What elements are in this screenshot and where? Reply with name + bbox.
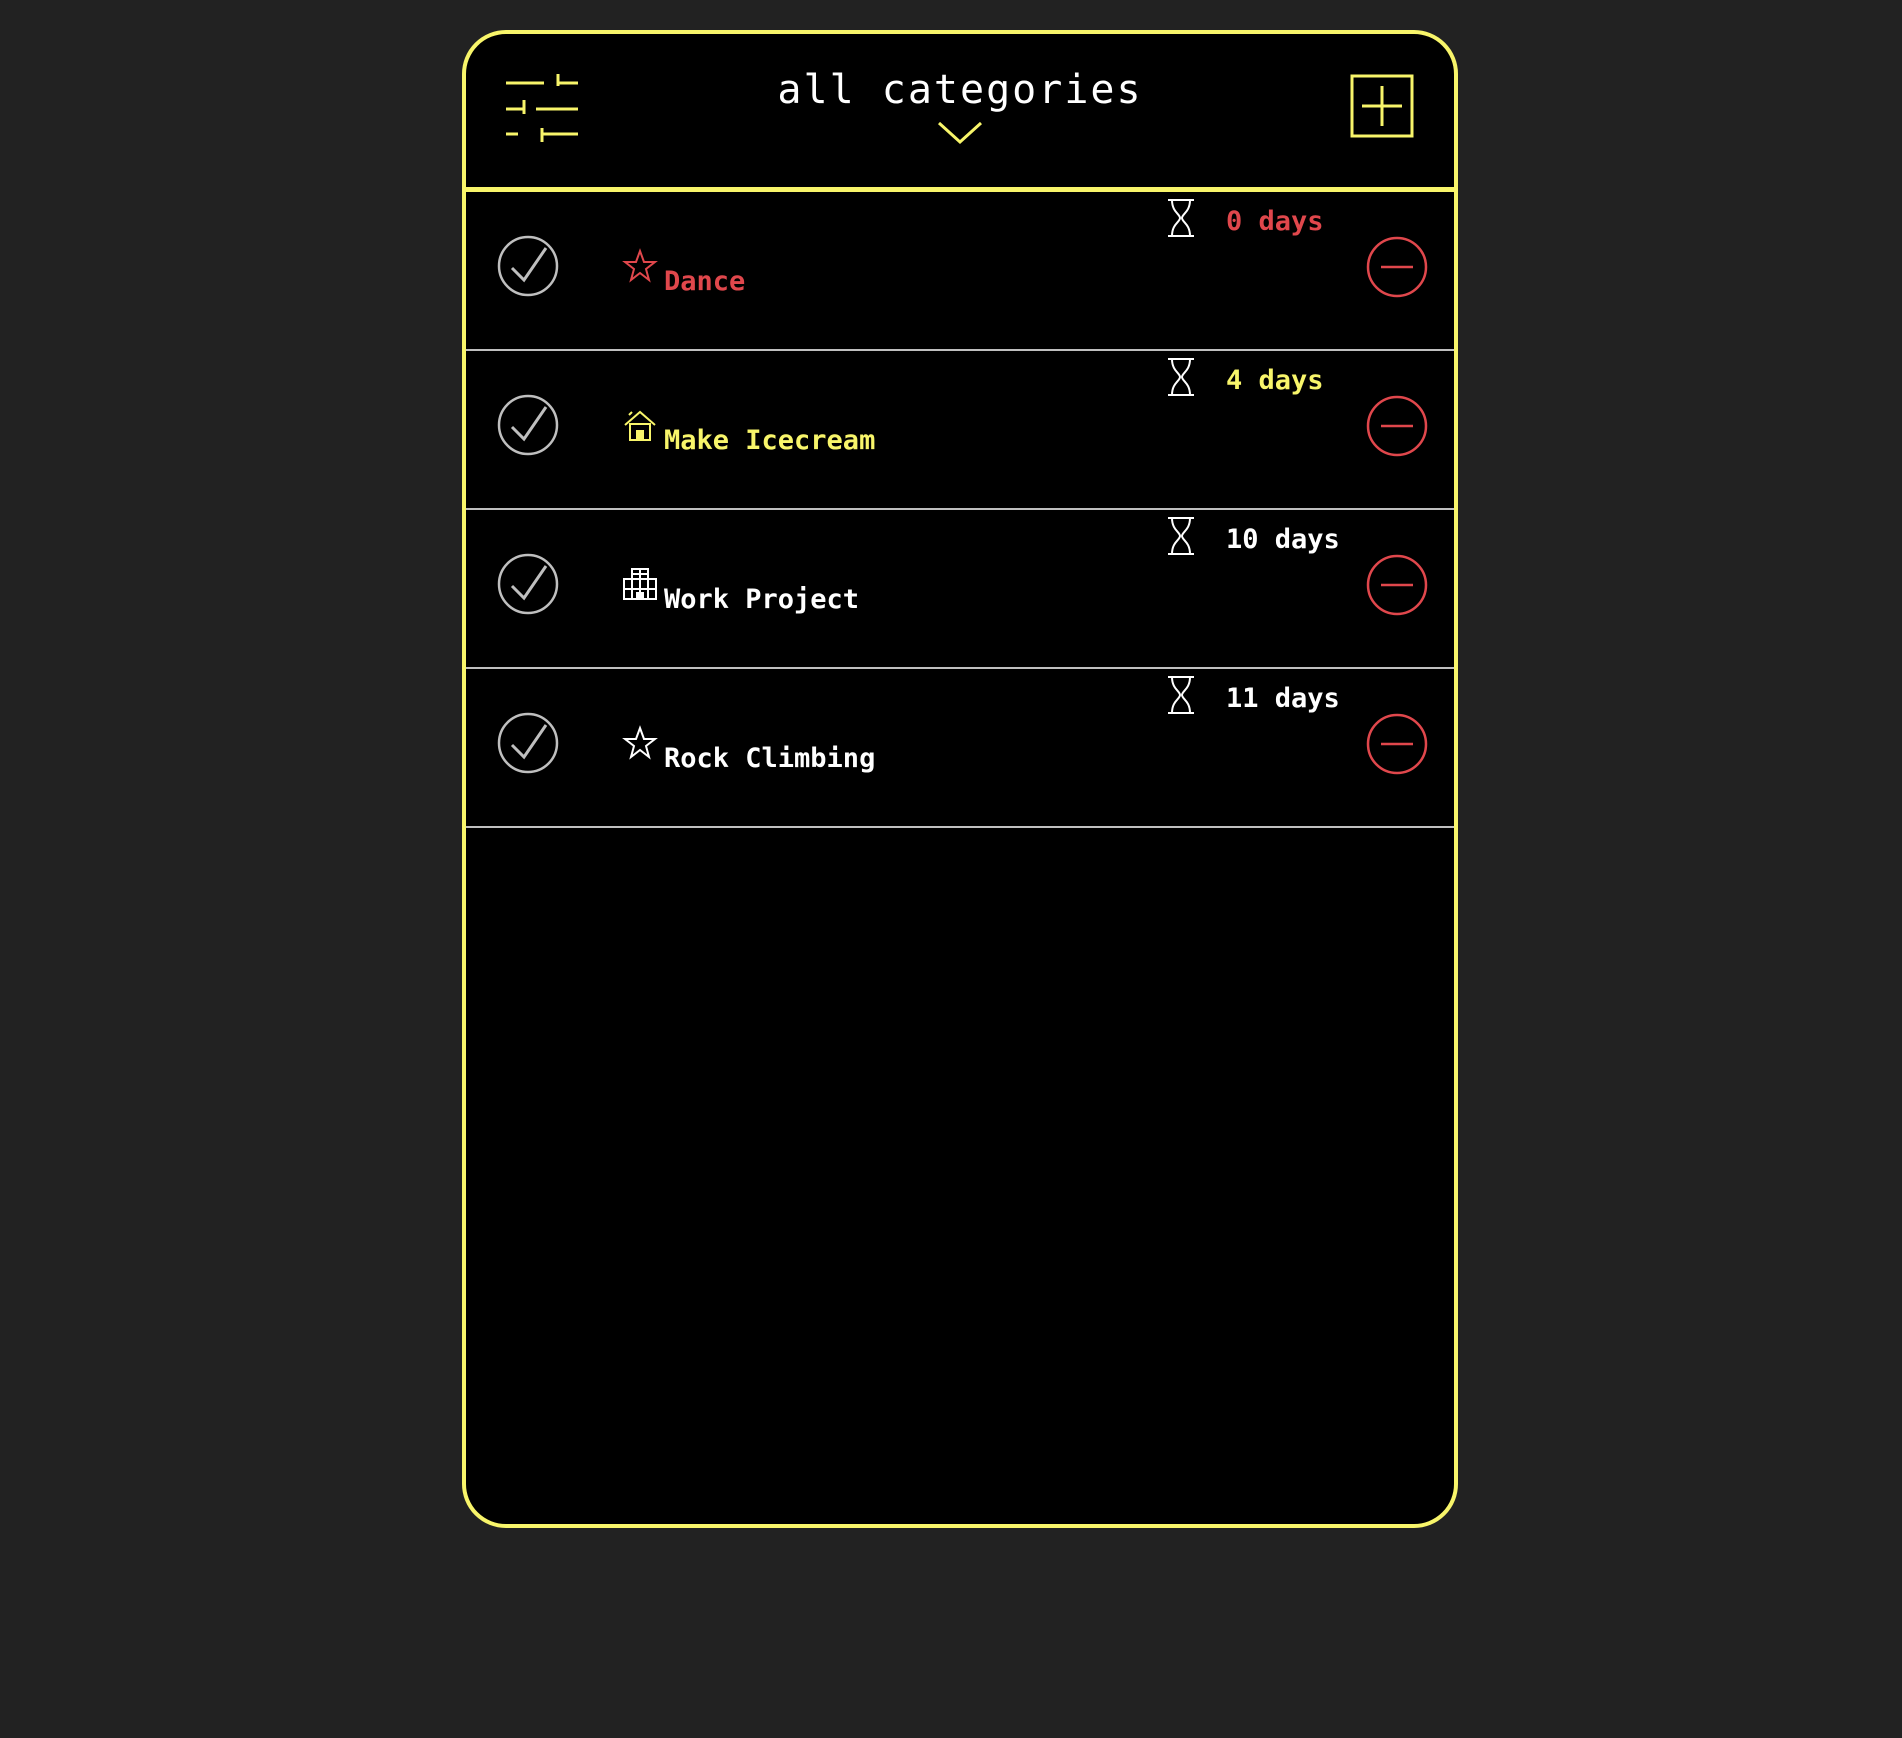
minus-circle-icon[interactable] — [1366, 713, 1428, 775]
add-task-button[interactable] — [1350, 74, 1414, 138]
task-row: Make Icecream 4 days — [466, 351, 1454, 510]
star-icon — [622, 725, 658, 761]
app-panel: all categories Dance 0 days Make Icecrea… — [462, 30, 1458, 1528]
check-circle-icon[interactable] — [496, 711, 560, 775]
days-remaining: 0 days — [1226, 206, 1324, 237]
chevron-down-icon[interactable] — [937, 120, 983, 146]
task-list: Dance 0 days Make Icecream 4 days Work P… — [466, 192, 1454, 828]
hourglass-icon — [1168, 676, 1194, 714]
days-remaining: 11 days — [1226, 683, 1340, 714]
office-building-icon — [622, 566, 658, 602]
minus-circle-icon[interactable] — [1366, 554, 1428, 616]
star-icon — [622, 248, 658, 284]
task-row: Dance 0 days — [466, 192, 1454, 351]
hourglass-icon — [1168, 358, 1194, 396]
task-row: Rock Climbing 11 days — [466, 669, 1454, 828]
minus-circle-icon[interactable] — [1366, 395, 1428, 457]
days-remaining: 4 days — [1226, 365, 1324, 396]
days-remaining: 10 days — [1226, 524, 1340, 555]
task-name[interactable]: Dance — [664, 268, 745, 295]
task-row: Work Project 10 days — [466, 510, 1454, 669]
task-name[interactable]: Rock Climbing — [664, 745, 875, 772]
header: all categories — [466, 34, 1454, 192]
hourglass-icon — [1168, 199, 1194, 237]
minus-circle-icon[interactable] — [1366, 236, 1428, 298]
check-circle-icon[interactable] — [496, 393, 560, 457]
task-name[interactable]: Make Icecream — [664, 427, 875, 454]
task-name[interactable]: Work Project — [664, 586, 859, 613]
check-circle-icon[interactable] — [496, 234, 560, 298]
category-selector[interactable]: all categories — [466, 70, 1454, 146]
house-icon — [622, 407, 658, 443]
hourglass-icon — [1168, 517, 1194, 555]
check-circle-icon[interactable] — [496, 552, 560, 616]
page-title: all categories — [777, 67, 1143, 113]
